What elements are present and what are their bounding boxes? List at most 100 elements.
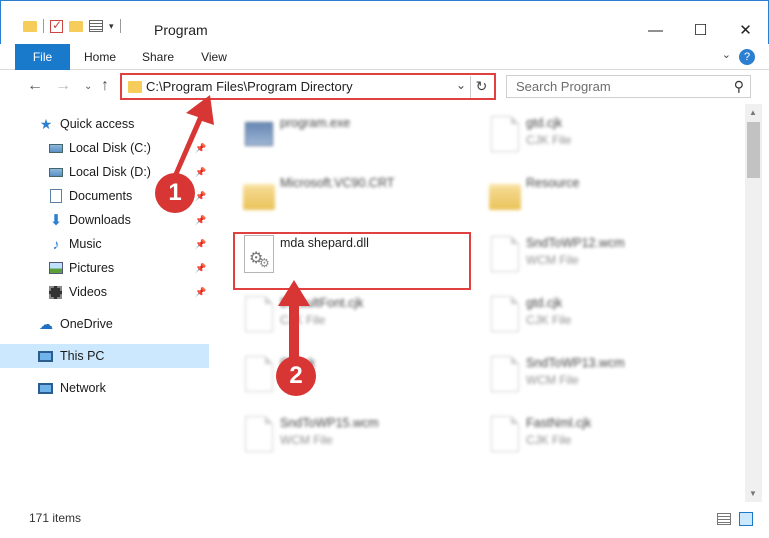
customize-toolbar-icon[interactable]: ▾ (109, 21, 114, 32)
ribbon-tabs: File Home Share View ⌄ ? (0, 44, 769, 70)
properties-check-icon[interactable] (50, 18, 63, 33)
recent-locations-icon[interactable]: ⌄ (84, 81, 92, 92)
computer-icon (38, 350, 53, 362)
file-item[interactable]: FastNml.cjk CJK File (480, 406, 726, 464)
status-bar: 171 items (0, 502, 769, 538)
window-title: Program (154, 22, 208, 38)
scroll-up-icon[interactable]: ▲ (749, 108, 757, 117)
downloads-icon: ⬇ (49, 212, 63, 229)
file-name: gtd.cjk (526, 296, 563, 310)
title-bar: ▾ Program — ☐ ✕ (0, 0, 769, 44)
scroll-down-icon[interactable]: ▼ (749, 489, 757, 498)
sidebar-item-label: OneDrive (60, 317, 113, 331)
sidebar-item-label: Videos (69, 285, 107, 299)
file-item[interactable]: SndToWP12.wcm WCM File (480, 226, 726, 284)
sidebar-item-label: Quick access (60, 117, 135, 131)
properties-icon[interactable] (89, 20, 103, 32)
file-item[interactable]: SndToWP13.wcm WCM File (480, 346, 726, 404)
sidebar-item-onedrive[interactable]: ☁ OneDrive (0, 312, 209, 336)
file-item[interactable]: SndToWP15.wcm WCM File (234, 406, 480, 464)
file-icon (488, 412, 522, 456)
chevron-down-icon[interactable]: ⌄ (456, 78, 466, 92)
file-name: FastNml.cjk (526, 416, 592, 430)
quick-access-toolbar: ▾ (23, 18, 121, 33)
search-icon[interactable]: ⚲ (734, 78, 744, 95)
documents-icon (50, 189, 62, 203)
folder-icon (488, 172, 522, 216)
application-icon (242, 112, 276, 156)
file-type: CJK File (526, 313, 572, 327)
music-icon: ♪ (52, 236, 60, 252)
file-item[interactable]: program.exe (234, 106, 480, 164)
file-icon (488, 112, 522, 156)
network-icon (38, 382, 53, 394)
file-type: WCM File (526, 253, 579, 267)
help-button[interactable]: ? (739, 49, 755, 65)
maximize-button[interactable]: ☐ (678, 15, 723, 45)
details-view-icon[interactable] (717, 513, 731, 525)
tab-view[interactable]: View (194, 44, 234, 70)
sidebar-item-label: Music (69, 237, 102, 251)
new-folder-icon[interactable] (69, 20, 83, 32)
folder-icon (23, 20, 37, 32)
sidebar-item-label: Local Disk (D:) (69, 165, 151, 179)
file-name: SndToWP12.wcm (526, 236, 625, 250)
folder-icon (128, 81, 142, 93)
pin-icon[interactable]: 📌 (195, 215, 206, 226)
toolbar-divider (119, 19, 121, 33)
file-item[interactable]: gtd.cjk CJK File (480, 286, 726, 344)
sidebar-item-label: Pictures (69, 261, 115, 275)
up-arrow-icon[interactable]: ↑ (101, 77, 109, 95)
sidebar-item-this-pc[interactable]: This PC (0, 344, 209, 368)
dll-highlight-box (233, 232, 471, 290)
file-type: CJK File (526, 433, 572, 447)
close-button[interactable]: ✕ (723, 15, 768, 45)
tab-home[interactable]: Home (79, 44, 121, 70)
expand-ribbon-icon[interactable]: ⌄ (722, 48, 731, 61)
file-name: SndToWP15.wcm (280, 416, 379, 430)
file-type: WCM File (526, 373, 579, 387)
refresh-icon[interactable]: ↻ (470, 76, 492, 98)
file-name: Microsoft.VC90.CRT (280, 176, 395, 190)
large-icons-view-icon[interactable] (739, 512, 753, 526)
pin-icon[interactable]: 📌 (195, 239, 206, 250)
tab-file[interactable]: File (15, 44, 70, 70)
pin-icon[interactable]: 📌 (195, 263, 206, 274)
forward-arrow-icon[interactable]: → (55, 77, 71, 95)
file-icon (488, 352, 522, 396)
cloud-icon: ☁ (39, 315, 53, 332)
tab-share[interactable]: Share (137, 44, 179, 70)
sidebar-item-music[interactable]: ♪ Music 📌 (0, 232, 209, 256)
sidebar-item-label: Local Disk (C:) (69, 141, 151, 155)
sidebar-item-label: Network (60, 381, 106, 395)
sidebar-item-network[interactable]: Network (0, 376, 209, 400)
file-name: gtd.cjk (526, 116, 563, 130)
sidebar-item-videos[interactable]: Videos 📌 (0, 280, 209, 304)
pin-icon[interactable]: 📌 (195, 287, 206, 298)
videos-icon (49, 285, 62, 299)
sidebar-item-pictures[interactable]: Pictures 📌 (0, 256, 209, 280)
search-placeholder: Search Program (516, 79, 611, 94)
file-name: program.exe (280, 116, 351, 130)
folder-icon (242, 172, 276, 216)
file-item[interactable]: gtd.cjk CJK File (480, 106, 726, 164)
file-type: WCM File (280, 433, 333, 447)
drive-icon (49, 143, 63, 153)
file-type: CJK File (526, 133, 572, 147)
window-controls: — ☐ ✕ (633, 15, 768, 45)
file-name: SndToWP13.wcm (526, 356, 625, 370)
minimize-button[interactable]: — (633, 15, 678, 45)
back-arrow-icon[interactable]: ← (27, 77, 43, 95)
vertical-scrollbar[interactable]: ▲ ▼ (745, 104, 762, 502)
sidebar-item-label: This PC (60, 349, 105, 363)
search-input[interactable]: Search Program ⚲ (506, 75, 751, 98)
sidebar-item-label: Downloads (69, 213, 131, 227)
navigation-bar: ← → ⌄ ↑ C:\Program Files\Program Directo… (0, 71, 769, 103)
drive-icon (49, 167, 63, 177)
address-path[interactable]: C:\Program Files\Program Directory (146, 79, 353, 94)
folder-item[interactable]: Microsoft.VC90.CRT (234, 166, 480, 224)
scroll-thumb[interactable] (747, 122, 760, 178)
file-icon (488, 232, 522, 276)
step-2-badge: 2 (276, 356, 316, 396)
folder-item[interactable]: Resource (480, 166, 726, 224)
